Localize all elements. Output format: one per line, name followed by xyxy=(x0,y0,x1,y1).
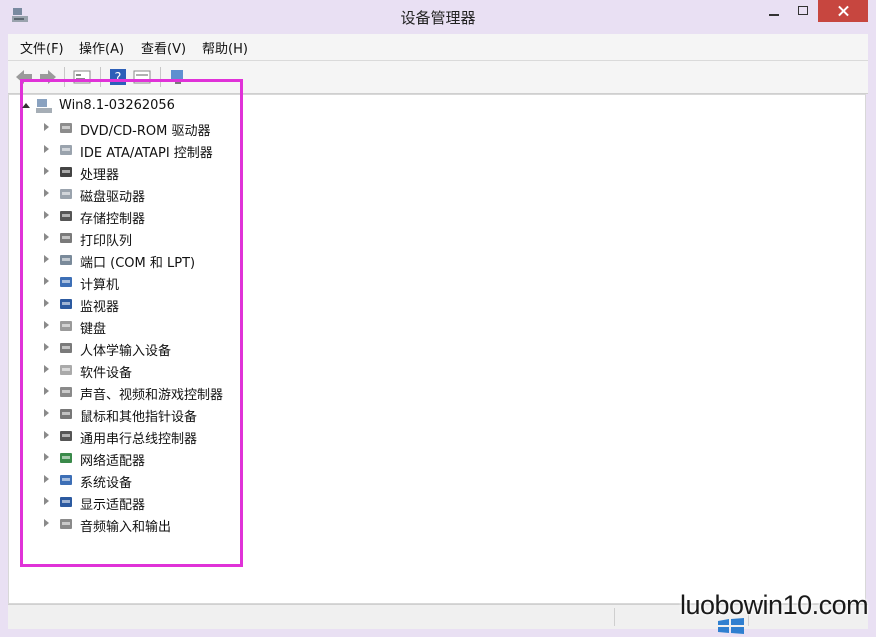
expand-arrow-icon[interactable] xyxy=(44,365,49,373)
disk-drive-icon xyxy=(60,189,72,199)
network-adapter-icon xyxy=(60,453,72,463)
menu-view[interactable]: 查看(V) xyxy=(141,38,186,57)
expand-arrow-icon[interactable] xyxy=(44,189,49,197)
expand-arrow-icon[interactable] xyxy=(44,145,49,153)
storage-controller-icon xyxy=(60,211,72,221)
dvd-drive-icon xyxy=(60,123,72,133)
tree-root-label: Win8.1-03262056 xyxy=(59,98,175,113)
ide-controller-icon xyxy=(60,145,72,155)
expand-arrow-icon[interactable] xyxy=(44,167,49,175)
tree-item-label: IDE ATA/ATAPI 控制器 xyxy=(80,146,213,161)
monitor-icon xyxy=(60,299,72,309)
view-icon[interactable] xyxy=(132,67,152,87)
speaker-icon xyxy=(60,387,72,397)
properties-icon[interactable] xyxy=(72,67,92,87)
tree-item-label: 网络适配器 xyxy=(80,454,146,469)
expand-arrow-icon[interactable] xyxy=(44,387,49,395)
title-bar[interactable]: 设备管理器 xyxy=(0,0,876,34)
usb-icon xyxy=(60,431,72,441)
tree-item-label: 系统设备 xyxy=(80,476,133,491)
audio-io-icon xyxy=(60,519,72,529)
tree-item-label: 磁盘驱动器 xyxy=(80,190,146,205)
tree-item-label: 鼠标和其他指针设备 xyxy=(80,410,198,425)
tree-item-label: 端口 (COM 和 LPT) xyxy=(80,256,196,271)
menu-help[interactable]: 帮助(H) xyxy=(202,38,248,57)
back-icon[interactable] xyxy=(14,67,34,87)
expand-arrow-icon[interactable] xyxy=(44,321,49,329)
device-tree: Win8.1-03262056 DVD/CD-ROM 驱动器 IDE ATA/AT… xyxy=(8,79,866,604)
watermark-text: luobowin10.com xyxy=(680,590,869,620)
tree-item-label: 处理器 xyxy=(80,168,120,183)
expand-arrow-icon[interactable] xyxy=(44,255,49,263)
menu-file[interactable]: 文件(F) xyxy=(20,38,64,57)
computer-icon xyxy=(60,277,72,287)
toolbar-separator xyxy=(100,67,101,87)
windows-logo-icon xyxy=(718,618,744,634)
toolbar-separator xyxy=(160,67,161,87)
maximize-button[interactable] xyxy=(792,0,816,22)
forward-icon[interactable] xyxy=(38,67,58,87)
tree-item-label: 存储控制器 xyxy=(80,212,146,227)
tree-item-label: 软件设备 xyxy=(80,366,133,381)
tree-item-label: 键盘 xyxy=(80,322,107,337)
processor-icon xyxy=(60,167,72,177)
toolbar-separator xyxy=(64,67,65,87)
expand-arrow-icon[interactable] xyxy=(44,431,49,439)
mouse-icon xyxy=(60,409,72,419)
tree-item-label: 监视器 xyxy=(80,300,120,315)
window-title: 设备管理器 xyxy=(400,9,476,27)
device-manager-window: 设备管理器 文件(F) 操作(A) 查看(V) 帮助(H) ? Win8.1-0… xyxy=(0,0,876,637)
display-adapter-icon xyxy=(60,497,72,507)
tree-item-label: 显示适配器 xyxy=(80,498,146,513)
close-button[interactable] xyxy=(818,0,868,22)
collapse-arrow-icon[interactable] xyxy=(22,103,30,108)
expand-arrow-icon[interactable] xyxy=(44,211,49,219)
software-device-icon xyxy=(60,365,72,375)
tree-item-label: 人体学输入设备 xyxy=(80,344,172,359)
help-icon[interactable]: ? xyxy=(108,67,128,87)
expand-arrow-icon[interactable] xyxy=(44,299,49,307)
minimize-button[interactable] xyxy=(756,0,792,22)
expand-arrow-icon[interactable] xyxy=(44,343,49,351)
expand-arrow-icon[interactable] xyxy=(44,497,49,505)
computer-host-icon xyxy=(36,99,52,113)
expand-arrow-icon[interactable] xyxy=(44,123,49,131)
expand-arrow-icon[interactable] xyxy=(44,409,49,417)
tree-item-label: 通用串行总线控制器 xyxy=(80,432,198,447)
expand-arrow-icon[interactable] xyxy=(44,519,49,527)
hid-icon xyxy=(60,343,72,353)
menu-bar: 文件(F) 操作(A) 查看(V) 帮助(H) xyxy=(8,34,868,61)
system-device-icon xyxy=(60,475,72,485)
tree-item-label: 计算机 xyxy=(80,278,120,293)
svg-text:?: ? xyxy=(115,71,122,86)
expand-arrow-icon[interactable] xyxy=(44,453,49,461)
tree-item-label: 音频输入和输出 xyxy=(80,520,172,535)
printer-icon xyxy=(60,233,72,243)
port-icon xyxy=(60,255,72,265)
tree-item-label: DVD/CD-ROM 驱动器 xyxy=(80,124,211,139)
status-divider xyxy=(614,608,615,626)
expand-arrow-icon[interactable] xyxy=(44,475,49,483)
menu-action[interactable]: 操作(A) xyxy=(79,38,124,57)
expand-arrow-icon[interactable] xyxy=(44,277,49,285)
tree-item-label: 声音、视频和游戏控制器 xyxy=(80,388,224,403)
tree-item-label: 打印队列 xyxy=(80,234,133,249)
scan-hardware-icon[interactable] xyxy=(168,67,188,87)
toolbar: ? xyxy=(8,61,868,94)
keyboard-icon xyxy=(60,321,72,331)
expand-arrow-icon[interactable] xyxy=(44,233,49,241)
